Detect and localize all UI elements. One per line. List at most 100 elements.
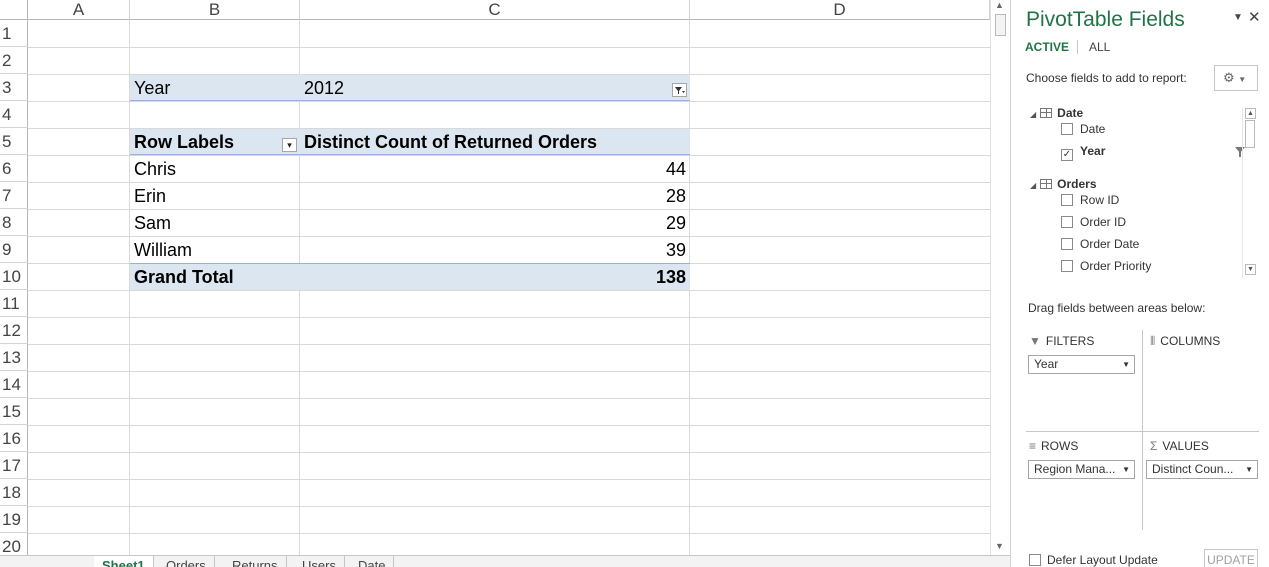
pivot-row-value[interactable]: 39	[300, 237, 690, 263]
rows-item-region-manager[interactable]: Region Mana... ▼	[1028, 460, 1135, 479]
pivot-row-label[interactable]: William	[130, 237, 300, 263]
gridline	[28, 317, 990, 318]
rows-icon: ≡	[1029, 439, 1037, 453]
checkbox[interactable]	[1029, 554, 1041, 566]
vertical-scrollbar[interactable]: ▲ ▼	[990, 0, 1010, 555]
field-order-date[interactable]: Order Date	[1061, 237, 1139, 251]
checkbox[interactable]	[1061, 123, 1073, 135]
pivot-row-value[interactable]: 44	[300, 156, 690, 182]
pivot-filter-value[interactable]: 2012	[300, 75, 670, 101]
row-header[interactable]: 7	[0, 182, 28, 209]
column-header-c[interactable]: C	[300, 0, 690, 20]
field-row-id[interactable]: Row ID	[1061, 193, 1119, 207]
scroll-up-icon[interactable]: ▲	[995, 0, 1004, 10]
field-list-scrollbar[interactable]: ▲ ▼	[1242, 108, 1257, 278]
collapse-icon[interactable]: ◢	[1030, 181, 1036, 190]
row-header[interactable]: 5	[0, 128, 28, 155]
values-item-distinct-count[interactable]: Distinct Coun... ▼	[1146, 460, 1258, 479]
row-header[interactable]: 12	[0, 317, 28, 344]
checkbox-checked[interactable]: ✓	[1061, 149, 1073, 161]
tools-button[interactable]: ⚙ ▼	[1214, 65, 1258, 91]
tab-returns[interactable]: Returns	[224, 556, 287, 567]
row-header[interactable]: 13	[0, 344, 28, 371]
row-header[interactable]: 8	[0, 209, 28, 236]
gridline	[28, 479, 990, 480]
worksheet[interactable]: A B C D 1 2 3 4 5 6 7 8 9 10 11 12 13 14 15 16 17 18 19 20 …	[0, 0, 1010, 567]
pivot-filter-label[interactable]: Year	[130, 75, 300, 101]
collapse-icon[interactable]: ◢	[1030, 110, 1036, 119]
pivot-row-label[interactable]: Erin	[130, 183, 300, 209]
chevron-down-icon[interactable]: ▼	[1122, 461, 1130, 478]
row-header[interactable]: 14	[0, 371, 28, 398]
scroll-down-icon[interactable]: ▼	[995, 541, 1004, 551]
field-date[interactable]: Date	[1061, 122, 1105, 136]
tab-separator	[1077, 40, 1078, 54]
checkbox[interactable]	[1061, 194, 1073, 206]
field-group-date[interactable]: ◢ Date	[1030, 106, 1083, 120]
scroll-down-icon[interactable]: ▼	[1245, 264, 1256, 275]
grand-total-value[interactable]: 138	[300, 264, 690, 290]
pivot-row-label[interactable]: Sam	[130, 210, 300, 236]
gear-icon: ⚙	[1223, 70, 1235, 85]
field-order-id[interactable]: Order ID	[1061, 215, 1126, 229]
checkbox[interactable]	[1061, 216, 1073, 228]
pivot-row-label[interactable]: Chris	[130, 156, 300, 182]
scroll-thumb[interactable]	[1245, 120, 1255, 148]
defer-layout-update[interactable]: Defer Layout Update	[1029, 553, 1158, 567]
row-labels-header[interactable]: Row Labels	[130, 129, 280, 155]
row-header[interactable]: 2	[0, 47, 28, 74]
gridline	[28, 398, 990, 399]
pivot-row-value[interactable]: 29	[300, 210, 690, 236]
tab-orders[interactable]: Orders	[158, 556, 215, 567]
checkbox[interactable]	[1061, 260, 1073, 272]
field-order-priority[interactable]: Order Priority	[1061, 259, 1151, 273]
gridline	[28, 371, 990, 372]
sheet-tab-bar: Sheet1 Orders Returns Users Date	[0, 555, 1010, 567]
scroll-thumb[interactable]	[995, 14, 1006, 36]
chevron-down-icon[interactable]: ▼	[1245, 461, 1253, 478]
column-header-d[interactable]: D	[690, 0, 990, 20]
row-labels-dropdown-icon[interactable]: ▾	[282, 138, 297, 152]
gridline	[28, 290, 990, 291]
sigma-icon: Σ	[1150, 439, 1158, 453]
tab-active[interactable]: ACTIVE	[1025, 40, 1069, 54]
gridline	[28, 47, 990, 48]
chevron-down-icon[interactable]: ▼	[1122, 356, 1130, 373]
field-group-orders[interactable]: ◢ Orders	[1030, 177, 1097, 191]
value-header[interactable]: Distinct Count of Returned Orders	[300, 129, 690, 155]
close-icon[interactable]: ✕	[1248, 8, 1261, 26]
row-header[interactable]: 15	[0, 398, 28, 425]
update-button[interactable]: UPDATE	[1204, 549, 1258, 567]
filter-icon: ▼	[1029, 334, 1041, 348]
row-header[interactable]: 18	[0, 479, 28, 506]
table-icon	[1040, 179, 1053, 189]
row-header[interactable]: 16	[0, 425, 28, 452]
pane-options-icon[interactable]: ▼	[1233, 12, 1243, 23]
row-header[interactable]: 6	[0, 155, 28, 182]
row-header[interactable]: 4	[0, 101, 28, 128]
row-header[interactable]: 11	[0, 290, 28, 317]
tab-users[interactable]: Users	[294, 556, 345, 567]
scroll-up-icon[interactable]: ▲	[1245, 108, 1256, 119]
tab-date[interactable]: Date	[350, 556, 395, 567]
checkbox[interactable]	[1061, 238, 1073, 250]
tab-sheet1[interactable]: Sheet1	[94, 556, 154, 567]
column-header-b[interactable]: B	[130, 0, 300, 20]
row-header[interactable]: 1	[0, 20, 28, 47]
filters-item-year[interactable]: Year ▼	[1028, 355, 1135, 374]
row-header[interactable]: 3	[0, 74, 28, 101]
grand-total-label[interactable]: Grand Total	[130, 264, 300, 290]
rows-area-title: ≡ ROWS	[1029, 439, 1079, 453]
filters-area-title: ▼ FILTERS	[1029, 334, 1095, 348]
column-header-a[interactable]: A	[28, 0, 130, 20]
tab-all[interactable]: ALL	[1089, 40, 1110, 54]
row-header[interactable]: 10	[0, 263, 28, 290]
field-year[interactable]: ✓ Year	[1061, 144, 1105, 161]
filter-dropdown-icon[interactable]	[672, 83, 687, 97]
row-header[interactable]: 9	[0, 236, 28, 263]
chevron-down-icon: ▼	[1238, 75, 1247, 84]
row-header[interactable]: 17	[0, 452, 28, 479]
select-all-corner[interactable]	[0, 0, 28, 20]
row-header[interactable]: 19	[0, 506, 28, 533]
pivot-row-value[interactable]: 28	[300, 183, 690, 209]
